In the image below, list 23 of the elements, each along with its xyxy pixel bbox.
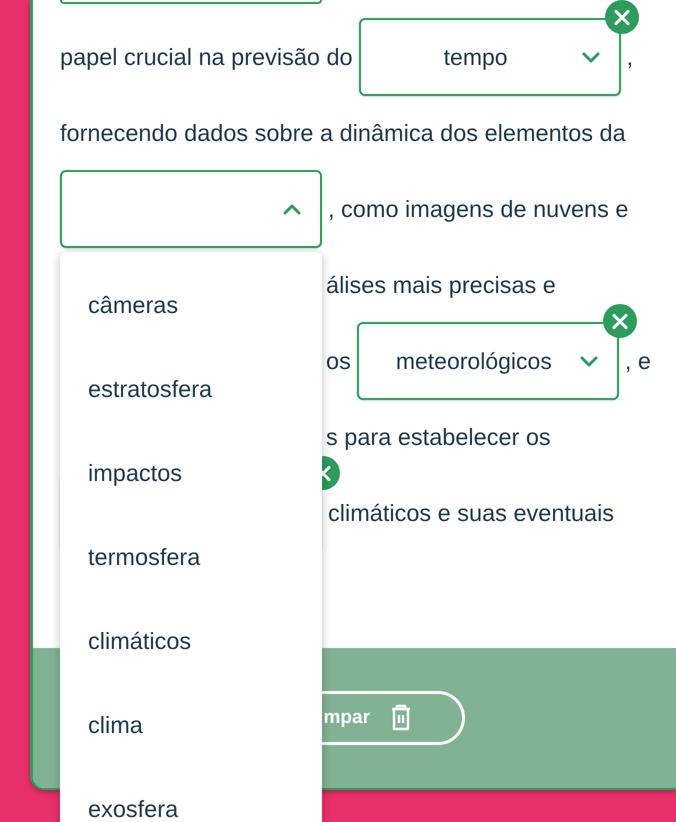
passage-text: papel crucial na previsão do [60, 44, 353, 70]
passage-text: fornecendo dados sobre a dinâmica dos elementos da [60, 120, 626, 146]
clear-button[interactable] [604, 0, 639, 34]
dropdown-option[interactable]: impactos [60, 431, 322, 515]
passage-text: os [326, 348, 351, 374]
dropdown-field[interactable] [60, 0, 322, 4]
clear-button[interactable] [602, 304, 637, 338]
passage-text: , como imagens de nuvens e [328, 196, 628, 222]
passage-text: , [626, 44, 634, 70]
passage-text: climáticos e suas eventuais [328, 500, 614, 526]
dropdown-option[interactable]: termosfera [60, 515, 322, 599]
dropdown-option[interactable]: clima [60, 683, 322, 767]
passage-text: , e [624, 348, 651, 374]
dropdown-field[interactable]: tempo [358, 18, 621, 96]
dropdown-option[interactable]: exosfera [60, 767, 322, 822]
passage-text: álises mais precisas e [326, 272, 556, 298]
dropdown-option[interactable]: estratosfera [60, 347, 322, 431]
trash-icon [390, 704, 412, 732]
dropdown-field[interactable]: meteorológicos [356, 322, 619, 400]
dropdown-field[interactable] [60, 170, 322, 248]
dropdown-option[interactable]: climáticos [60, 599, 322, 683]
passage-text: s para estabelecer os [326, 424, 551, 450]
dropdown-option[interactable]: câmeras [60, 263, 322, 347]
